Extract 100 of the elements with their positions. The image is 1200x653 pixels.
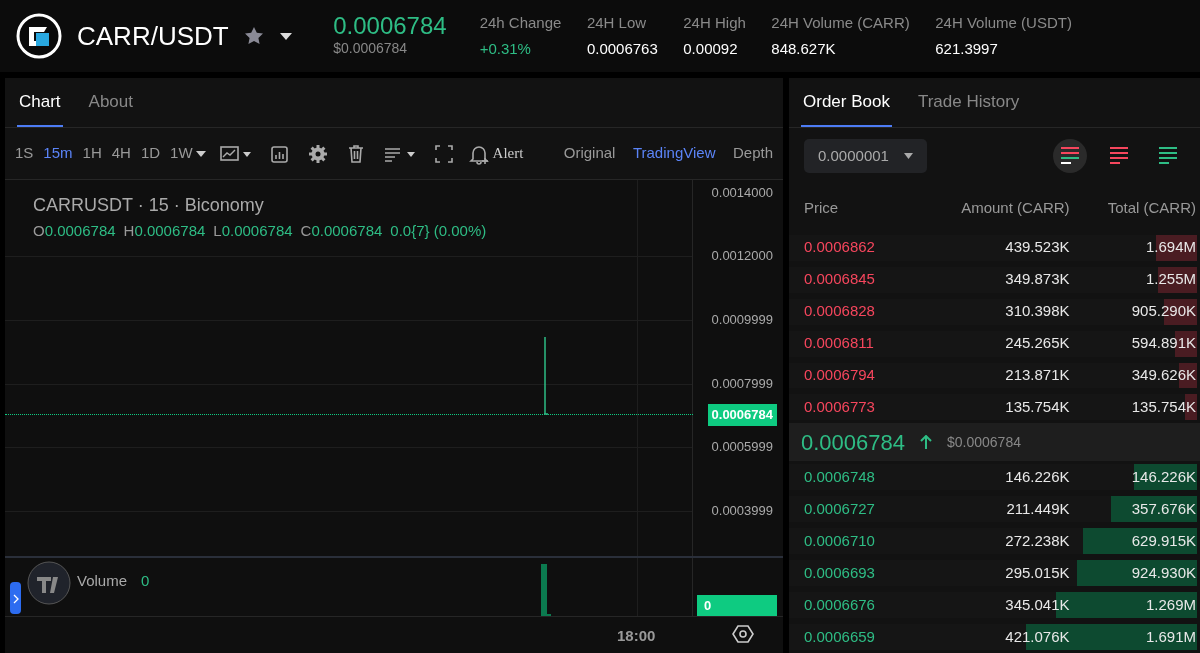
order-list-icon: [1159, 147, 1177, 165]
order-amount: 245.265K: [1004, 333, 1070, 354]
order-price: 0.0006727: [804, 498, 876, 519]
order-amount: 272.238K: [1004, 530, 1070, 551]
precision-dropdown[interactable]: 0.0000001: [804, 138, 927, 174]
order-price: 0.0006828: [804, 301, 876, 322]
ohlc-value: L0.0006784: [213, 221, 293, 241]
interval-button[interactable]: 1W: [168, 142, 208, 165]
price-axis-label: 0.0014000: [711, 184, 773, 202]
caret-icon: [195, 149, 206, 158]
chart-tab[interactable]: About: [86, 78, 135, 127]
order-amount: 310.398K: [1004, 301, 1070, 322]
price-axis-label: 0.0003999: [711, 502, 773, 520]
order-total: 1.269M: [1144, 594, 1196, 615]
mid-usd-price: $0.0006784: [947, 432, 1021, 452]
price-axis-label: 0.0005999: [711, 438, 773, 456]
order-amount: 213.871K: [1004, 365, 1070, 386]
stat-value: 0.0006763: [586, 38, 658, 59]
order-price: 0.0006710: [804, 530, 876, 551]
volume-value: 0: [141, 571, 150, 591]
order-price: 0.0006693: [804, 562, 876, 583]
time-axis-label: 18:00: [617, 626, 656, 646]
order-total: 1.694M: [1144, 237, 1196, 258]
order-amount: 211.449K: [1005, 498, 1070, 519]
order-total: 135.754K: [1130, 397, 1196, 418]
price-axis-label: 0.0007999: [711, 375, 773, 393]
ohlc-value: C0.0006784: [300, 221, 383, 241]
stat-value: +0.31%: [479, 38, 532, 59]
last-price: 0.0006784: [333, 13, 447, 38]
stat-label: 24H Volume (CARR): [771, 12, 910, 33]
change-value: 0.0{7} (0.00%): [390, 221, 487, 241]
order-total: 349.626K: [1130, 365, 1196, 386]
column-header: Total (CARR): [1106, 197, 1196, 218]
order-amount: 295.015K: [1004, 562, 1070, 583]
interval-button[interactable]: 1D: [138, 142, 163, 165]
order-total: 146.226K: [1130, 467, 1196, 488]
order-amount: 439.523K: [1004, 237, 1070, 258]
ohlc-value: H0.0006784: [123, 221, 206, 241]
stat-label: 24H High: [683, 12, 746, 33]
order-price: 0.0006862: [804, 237, 876, 258]
order-amount: 135.754K: [1004, 397, 1070, 418]
settings-icon[interactable]: [732, 623, 754, 645]
view-tab[interactable]: Original: [561, 142, 618, 165]
order-price: 0.0006748: [804, 467, 876, 488]
interval-button[interactable]: 1S: [13, 142, 36, 165]
interval-button[interactable]: 1H: [80, 142, 104, 165]
volume-label: Volume: [77, 571, 128, 591]
pair-title: CARR/USDT: [77, 19, 229, 53]
chevron-icon: [11, 593, 20, 604]
order-total: 629.915K: [1130, 530, 1196, 551]
order-amount: 421.076K: [1004, 626, 1070, 647]
order-price: 0.0006676: [804, 594, 876, 615]
interval-button[interactable]: 4H: [109, 142, 133, 165]
order-list-icon: [1061, 147, 1079, 165]
settings-icon[interactable]: [306, 142, 329, 165]
coin-logo: [16, 13, 62, 59]
expand-button[interactable]: [10, 582, 21, 614]
volume-tag: 0: [697, 595, 777, 617]
up-arrow-icon: [920, 435, 932, 450]
order-price: 0.0006659: [804, 626, 876, 647]
chart-tab[interactable]: Chart: [17, 78, 63, 127]
interval-button[interactable]: 15m: [41, 142, 75, 165]
stat-value: 621.3997: [935, 38, 999, 59]
order-amount: 146.226K: [1004, 467, 1070, 488]
order-price: 0.0006773: [804, 397, 876, 418]
order-total: 357.676K: [1130, 498, 1196, 519]
watermark-logo: [27, 561, 71, 605]
price-tag: 0.0006784: [707, 404, 777, 426]
order-price: 0.0006811: [804, 333, 875, 354]
ohlc-value: O0.0006784: [33, 221, 116, 241]
stat-label: 24H Low: [586, 12, 648, 33]
stat-label: 24H Volume (USDT): [935, 12, 1072, 33]
order-total: 1.255M: [1144, 269, 1196, 290]
order-price: 0.0006845: [804, 269, 876, 290]
volume-bar: [541, 564, 551, 616]
book-tab[interactable]: Trade History: [915, 78, 1022, 127]
view-tab[interactable]: Depth: [730, 142, 775, 165]
order-total: 1.691M: [1144, 626, 1196, 647]
usd-price: $0.0006784: [333, 38, 409, 58]
price-axis-label: 0.0009999: [711, 311, 773, 329]
caret-icon[interactable]: [278, 31, 293, 41]
star-icon[interactable]: [243, 26, 264, 46]
price-axis-label: 0.0012000: [711, 247, 773, 265]
order-amount: 345.041K: [1004, 594, 1070, 615]
order-amount: 349.873K: [1004, 269, 1070, 290]
order-total: 594.891K: [1130, 333, 1196, 354]
stat-value: 848.627K: [771, 38, 837, 59]
symbol-title: CARRUSDT · 15 · Biconomy: [33, 194, 264, 217]
column-header: Amount (CARR): [960, 197, 1070, 218]
order-total: 905.290K: [1130, 301, 1196, 322]
stat-label: 24h Change: [479, 12, 562, 33]
view-tab[interactable]: TradingView: [630, 142, 718, 165]
depth-mode-button[interactable]: [1053, 138, 1087, 173]
alert-button[interactable]: Alert: [465, 142, 526, 165]
book-tab[interactable]: Order Book: [801, 78, 892, 127]
column-header: Price: [804, 197, 840, 218]
order-list-icon: [1110, 147, 1128, 165]
stat-value: 0.00092: [683, 38, 739, 59]
caret-icon: [903, 152, 913, 159]
fullscreen-icon[interactable]: [432, 142, 455, 165]
